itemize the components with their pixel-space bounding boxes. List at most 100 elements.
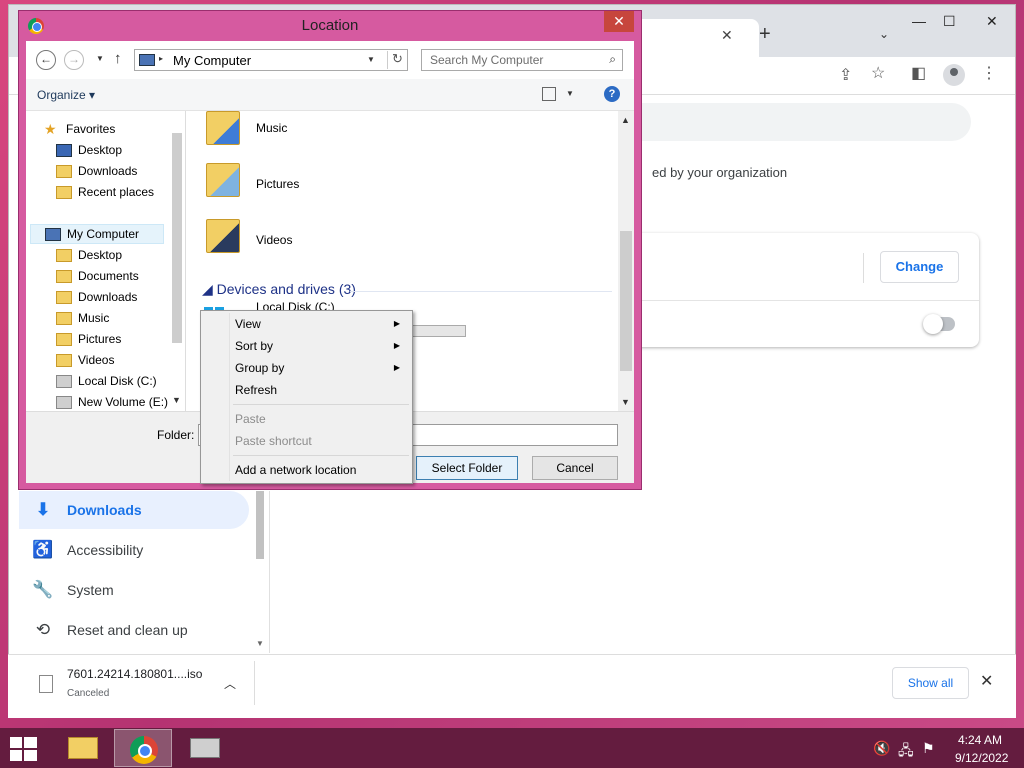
nav-favorites[interactable]: ★ Favorites (44, 119, 115, 139)
cancel-button[interactable]: Cancel (532, 456, 618, 480)
nav-music[interactable]: Music (56, 308, 109, 328)
nav-pane-scrollbar[interactable]: ▼ (168, 111, 184, 411)
change-view-icon[interactable] (542, 87, 556, 101)
nav-pictures[interactable]: Pictures (56, 329, 121, 349)
nav-label: Downloads (78, 164, 138, 178)
clock-time[interactable]: 4:24 AM (958, 733, 1002, 747)
address-bar[interactable]: ▸ My Computer ▼ ↻ (134, 49, 408, 71)
chrome-menu-icon[interactable]: ⋮ (981, 63, 997, 83)
menu-item-view[interactable]: View ▶ (203, 313, 410, 335)
taskbar-chrome[interactable] (114, 729, 172, 767)
chevron-up-icon[interactable]: ︿ (224, 675, 236, 692)
nav-label: Videos (78, 353, 115, 367)
address-dropdown-icon[interactable]: ▼ (367, 55, 375, 64)
scrollbar-thumb[interactable] (620, 231, 632, 371)
windows-start-icon[interactable] (10, 737, 38, 761)
folder-item-label[interactable]: Music (256, 121, 287, 135)
menu-item-add-network-location[interactable]: Add a network location (203, 459, 410, 481)
settings-nav-system[interactable]: 🔧 System (19, 571, 249, 609)
refresh-icon[interactable]: ↻ (387, 51, 407, 69)
folder-icon (56, 311, 72, 325)
clock-date[interactable]: 9/12/2022 (955, 751, 1008, 765)
nav-downloads[interactable]: Downloads (56, 161, 137, 181)
scroll-down-arrow-icon[interactable]: ▼ (621, 397, 630, 407)
videos-folder-icon[interactable] (206, 219, 240, 253)
taskbar-file-explorer[interactable] (52, 729, 110, 767)
scroll-down-arrow-icon[interactable]: ▼ (172, 395, 181, 405)
folder-item-label[interactable]: Videos (256, 233, 292, 247)
volume-muted-icon[interactable]: 🔇 (873, 740, 890, 757)
menu-item-label: Paste (235, 412, 266, 426)
help-icon[interactable]: ? (604, 86, 620, 102)
profile-avatar-icon[interactable] (943, 64, 965, 86)
back-arrow-icon[interactable]: ← (36, 50, 56, 70)
tab-close-icon[interactable]: ✕ (721, 27, 733, 44)
show-all-button[interactable]: Show all (892, 667, 969, 699)
menu-item-paste-shortcut[interactable]: Paste shortcut (203, 430, 410, 452)
change-location-button[interactable]: Change (880, 251, 959, 283)
nav-local-disk[interactable]: Local Disk (C:) (56, 371, 157, 391)
organize-menu-button[interactable]: Organize ▾ (37, 88, 95, 102)
select-folder-button[interactable]: Select Folder (416, 456, 518, 480)
tab-search-chevron-icon[interactable]: ⌄ (879, 27, 889, 41)
scrollbar-thumb[interactable] (256, 491, 264, 559)
nav-label: Documents (78, 269, 139, 283)
forward-arrow-icon[interactable]: → (64, 50, 84, 70)
settings-nav-reset[interactable]: ⟲ Reset and clean up (19, 611, 249, 649)
recent-locations-chevron-icon[interactable]: ▼ (96, 54, 104, 63)
taskbar-drive-app[interactable] (176, 729, 234, 767)
menu-item-group-by[interactable]: Group by ▶ (203, 357, 410, 379)
scrollbar-thumb[interactable] (172, 133, 182, 343)
menu-item-refresh[interactable]: Refresh (203, 379, 410, 401)
pictures-folder-icon[interactable] (206, 163, 240, 197)
close-shelf-icon[interactable]: ✕ (980, 671, 993, 691)
nav-recent-places[interactable]: Recent places (56, 182, 154, 202)
menu-item-paste[interactable]: Paste (203, 408, 410, 430)
address-text[interactable]: My Computer (173, 53, 251, 68)
nav-my-computer[interactable]: My Computer (30, 224, 164, 244)
bookmark-star-icon[interactable]: ☆ (871, 63, 885, 83)
computer-icon (139, 54, 155, 66)
disk-icon (56, 374, 72, 388)
search-input[interactable]: Search My Computer ⌕ (421, 49, 623, 71)
folder-item-label[interactable]: Pictures (256, 177, 299, 191)
menu-item-sort-by[interactable]: Sort by ▶ (203, 335, 410, 357)
menu-item-label: Sort by (235, 339, 274, 353)
nav-new-volume[interactable]: New Volume (E:) (56, 392, 168, 411)
network-icon[interactable]: 🖧 (898, 740, 914, 764)
settings-search-bar[interactable] (609, 103, 971, 141)
dialog-titlebar[interactable]: Location ✕ (19, 11, 641, 41)
settings-nav-accessibility[interactable]: ♿ Accessibility (19, 531, 249, 569)
music-folder-icon[interactable] (206, 111, 240, 145)
ask-where-to-save-toggle[interactable] (923, 314, 955, 334)
view-options-chevron-icon[interactable]: ▼ (566, 89, 574, 98)
scroll-down-arrow-icon[interactable]: ▼ (256, 639, 264, 648)
minimize-icon[interactable]: — (912, 13, 926, 29)
nav-desktop[interactable]: Desktop (56, 140, 122, 160)
share-icon[interactable]: ⇪ (839, 65, 852, 85)
up-arrow-icon[interactable]: ↑ (114, 50, 122, 67)
maximize-icon[interactable]: ☐ (943, 13, 956, 30)
download-filename[interactable]: 7601.24214.180801....iso (67, 667, 202, 681)
nav-documents[interactable]: Documents (56, 266, 139, 286)
action-center-flag-icon[interactable]: ⚑ (922, 740, 935, 757)
dialog-close-icon[interactable]: ✕ (604, 11, 634, 32)
download-divider (254, 661, 255, 705)
settings-nav-scrollbar[interactable]: ▼ (255, 491, 265, 651)
submenu-arrow-icon: ▶ (393, 319, 400, 328)
desktop-icon (56, 248, 72, 262)
settings-nav-downloads[interactable]: ⬇ Downloads (19, 491, 249, 529)
devices-group-header[interactable]: ◢ Devices and drives (3) (202, 281, 356, 298)
breadcrumb-arrow-icon[interactable]: ▸ (159, 54, 163, 63)
file-pane-scrollbar[interactable]: ▲ ▼ (618, 111, 634, 411)
chrome-logo-icon (130, 736, 158, 764)
nav-desktop[interactable]: Desktop (56, 245, 122, 265)
search-icon[interactable]: ⌕ (609, 52, 616, 67)
side-panel-icon[interactable]: ◧ (911, 63, 926, 83)
scroll-up-arrow-icon[interactable]: ▲ (621, 115, 630, 125)
new-tab-icon[interactable]: + (759, 23, 771, 46)
nav-downloads[interactable]: Downloads (56, 287, 137, 307)
nav-videos[interactable]: Videos (56, 350, 114, 370)
file-explorer-icon (68, 737, 98, 759)
window-close-icon[interactable]: ✕ (986, 13, 998, 30)
